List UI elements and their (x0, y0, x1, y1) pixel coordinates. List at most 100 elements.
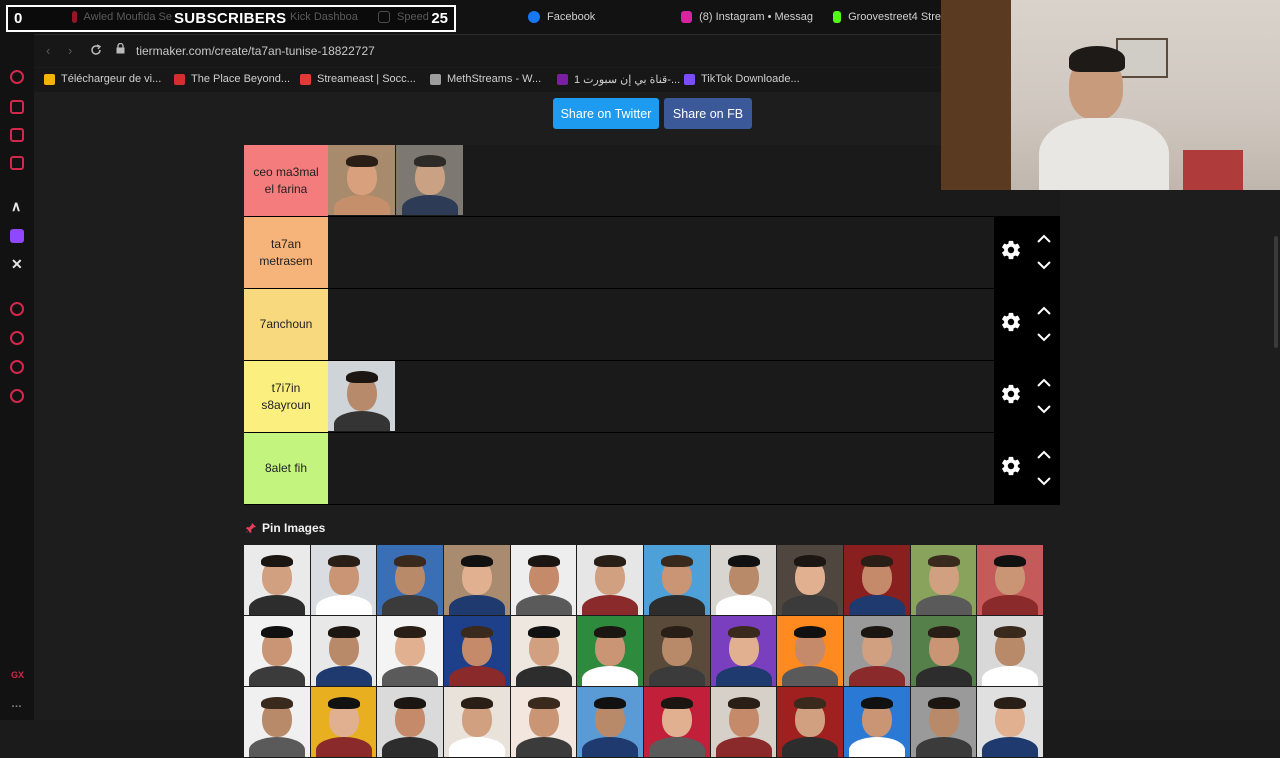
pool-image[interactable] (777, 687, 844, 757)
bookmark-item[interactable]: TikTok Downloade... (684, 73, 800, 85)
pool-image[interactable] (310, 687, 377, 757)
tier-label[interactable]: 7anchoun (244, 289, 328, 360)
pool-image[interactable] (644, 687, 710, 757)
forward-icon[interactable]: › (68, 43, 72, 58)
tab-instagram[interactable]: (8) Instagram • Messag (681, 0, 813, 34)
pool-image[interactable] (577, 616, 644, 686)
tab-groovestreet[interactable]: Groovestreet4 Stre (833, 0, 941, 34)
player-icon[interactable] (10, 302, 24, 316)
pool-image[interactable] (844, 687, 910, 757)
tier-label[interactable]: ta7an metrasem (244, 217, 328, 288)
share-facebook-button[interactable]: Share on FB (664, 98, 752, 129)
tier-image[interactable] (328, 361, 395, 431)
chevron-up-icon[interactable] (1037, 378, 1051, 387)
pool-image[interactable] (577, 687, 644, 757)
bookmark-item[interactable]: MethStreams - W... (430, 73, 541, 85)
messenger-icon[interactable] (10, 156, 24, 170)
pool-image[interactable] (844, 545, 910, 615)
pool-image[interactable] (377, 545, 444, 615)
image-shape (527, 555, 560, 567)
image-shape (248, 666, 305, 686)
pool-image[interactable] (710, 616, 777, 686)
pool-image[interactable] (510, 616, 577, 686)
x-twitter-icon[interactable]: ✕ (11, 256, 23, 273)
bookmark-item[interactable]: The Place Beyond... (174, 73, 290, 85)
pool-image[interactable] (644, 616, 710, 686)
image-shape (260, 697, 293, 709)
back-icon[interactable]: ‹ (46, 43, 50, 58)
chevron-down-icon[interactable] (1037, 405, 1051, 414)
tier-image[interactable] (396, 145, 463, 215)
pool-image[interactable] (444, 687, 510, 757)
chevron-up-icon[interactable] (1037, 306, 1051, 315)
gx-cleaner-icon[interactable] (10, 128, 24, 142)
image-shape (848, 666, 905, 686)
pin-images-header: Pin Images (246, 521, 325, 535)
gear-icon[interactable] (1000, 311, 1022, 333)
chevron-down-icon[interactable] (1037, 333, 1051, 342)
pool-image[interactable] (777, 545, 844, 615)
chevron-up-icon[interactable] (1037, 450, 1051, 459)
history-icon[interactable] (10, 331, 24, 345)
tier-controls (994, 217, 1060, 288)
pool-image[interactable] (910, 687, 977, 757)
chevron-down-icon[interactable] (1037, 477, 1051, 486)
pool-image[interactable] (644, 545, 710, 615)
extensions-icon[interactable] (10, 360, 24, 374)
gear-icon[interactable] (1000, 383, 1022, 405)
image-shape (448, 595, 505, 615)
page-scrollbar[interactable] (1274, 236, 1278, 348)
pool-image[interactable] (577, 545, 644, 615)
pool-image[interactable] (710, 687, 777, 757)
pool-image[interactable] (310, 545, 377, 615)
image-shape (994, 697, 1027, 709)
pool-image[interactable] (510, 545, 577, 615)
image-shape (648, 737, 705, 757)
reload-icon[interactable] (90, 44, 102, 56)
pool-image[interactable] (244, 616, 310, 686)
pool-image[interactable] (377, 616, 444, 686)
webcam-headset (1069, 46, 1125, 72)
share-twitter-button[interactable]: Share on Twitter (553, 98, 659, 129)
gx-logo-icon[interactable]: ∧ (11, 198, 21, 215)
tier-image[interactable] (328, 145, 395, 215)
tier-label[interactable]: ceo ma3mal el farina (244, 145, 328, 216)
pool-image[interactable] (310, 616, 377, 686)
bookmark-item[interactable]: Téléchargeur de vi... (44, 73, 161, 85)
pool-image[interactable] (977, 545, 1044, 615)
tier-label[interactable]: 8alet fih (244, 433, 328, 504)
image-shape (927, 626, 960, 638)
chevron-up-icon[interactable] (1037, 234, 1051, 243)
image-shape (660, 697, 693, 709)
gx-corner-icon[interactable] (10, 100, 24, 114)
pool-image[interactable] (977, 687, 1044, 757)
pool-image[interactable] (777, 616, 844, 686)
settings-icon[interactable] (10, 389, 24, 403)
gear-icon[interactable] (1000, 455, 1022, 477)
url-field[interactable]: tiermaker.com/create/ta7an-tunise-188227… (136, 44, 375, 58)
pool-image[interactable] (910, 545, 977, 615)
bookmark-item[interactable]: قناة بي إن سبورت 1-... (557, 73, 680, 86)
image-shape (382, 595, 439, 615)
tier-label[interactable]: t7i7in s8ayroun (244, 361, 328, 432)
pool-image[interactable] (510, 687, 577, 757)
tab-facebook[interactable]: Facebook (528, 0, 648, 34)
pool-image[interactable] (977, 616, 1044, 686)
twitch-icon[interactable] (10, 229, 24, 243)
pool-image[interactable] (244, 545, 310, 615)
tier-items (328, 145, 464, 216)
pool-image[interactable] (377, 687, 444, 757)
pool-image[interactable] (844, 616, 910, 686)
pool-image[interactable] (244, 687, 310, 757)
bookmark-item[interactable]: Streameast | Socc... (300, 73, 416, 85)
chevron-down-icon[interactable] (1037, 261, 1051, 270)
gear-icon[interactable] (1000, 239, 1022, 261)
image-shape (382, 666, 439, 686)
pool-image[interactable] (910, 616, 977, 686)
more-icon[interactable]: … (11, 698, 22, 710)
methstreams-icon (430, 73, 441, 85)
pool-image[interactable] (444, 616, 510, 686)
pool-image[interactable] (444, 545, 510, 615)
gx-control-icon[interactable] (10, 70, 24, 84)
pool-image[interactable] (710, 545, 777, 615)
